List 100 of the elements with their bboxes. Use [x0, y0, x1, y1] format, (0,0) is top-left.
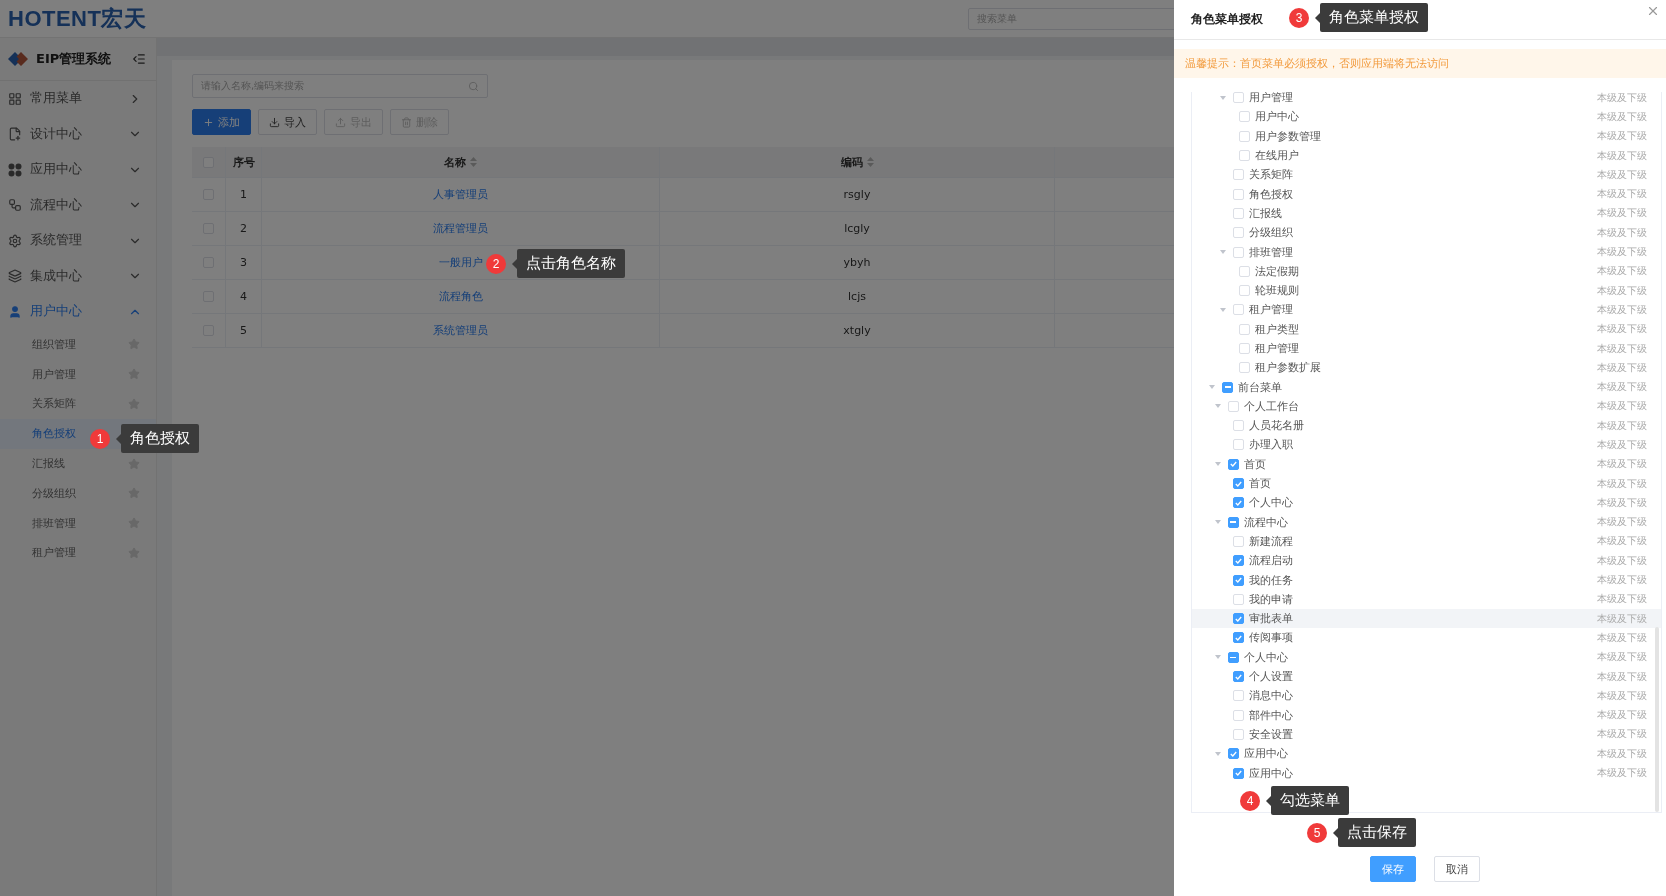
tree-row[interactable]: 首页 本级及下级 — [1192, 454, 1661, 474]
checkbox[interactable] — [1233, 574, 1244, 586]
tree-row[interactable]: 用户参数管理 本级及下级 — [1192, 126, 1661, 146]
caret-icon[interactable] — [1213, 403, 1222, 410]
checkbox[interactable] — [1233, 555, 1244, 567]
tree-node-label[interactable]: 新建流程 — [1249, 533, 1293, 549]
tree-node-label[interactable]: 个人中心 — [1249, 495, 1293, 511]
tree-node-label[interactable]: 传阅事项 — [1249, 630, 1293, 646]
tree-node-label[interactable]: 轮班规则 — [1254, 283, 1299, 299]
tree-row[interactable]: 汇报线 本级及下级 — [1192, 203, 1661, 224]
tree-row[interactable]: 租户参数扩展 本级及下级 — [1192, 358, 1661, 378]
tree-row[interactable]: 首页 本级及下级 — [1192, 473, 1661, 494]
tree-node-label[interactable]: 在线用户 — [1254, 148, 1299, 164]
tree-row[interactable]: 我的任务 本级及下级 — [1192, 570, 1661, 590]
caret-icon[interactable] — [1213, 654, 1222, 661]
tree-node-label[interactable]: 个人设置 — [1249, 669, 1293, 685]
tree-row[interactable]: 法定假期 本级及下级 — [1192, 261, 1661, 281]
tree-node-label[interactable]: 人员花名册 — [1249, 418, 1304, 434]
tree-row[interactable]: 排班管理 本级及下级 — [1192, 242, 1661, 262]
tree-row[interactable]: 前台菜单 本级及下级 — [1192, 377, 1661, 397]
tree-node-label[interactable]: 用户管理 — [1249, 92, 1293, 106]
tree-row[interactable]: 个人中心 本级及下级 — [1192, 647, 1661, 667]
tree-row[interactable]: 消息中心 本级及下级 — [1192, 686, 1661, 706]
tree-row[interactable]: 用户管理 本级及下级 — [1192, 92, 1661, 108]
tree-row[interactable]: 新建流程 本级及下级 — [1192, 531, 1661, 552]
tree-node-label[interactable]: 首页 — [1249, 476, 1271, 492]
tree-node-label[interactable]: 办理入职 — [1249, 437, 1293, 453]
toolbar-button[interactable]: 导入 — [258, 109, 317, 135]
tree-node-label[interactable]: 法定假期 — [1254, 263, 1299, 279]
checkbox[interactable] — [1227, 458, 1239, 470]
tree-row[interactable]: 个人设置 本级及下级 — [1192, 666, 1661, 687]
caret-icon[interactable] — [1213, 750, 1222, 757]
checkbox[interactable] — [1233, 478, 1244, 490]
tree-row[interactable]: 应用中心 本级及下级 — [1192, 763, 1661, 783]
checkbox[interactable] — [1227, 516, 1239, 528]
tree-row[interactable]: 个人工作台 本级及下级 — [1192, 396, 1661, 417]
tree-node-label[interactable]: 租户类型 — [1254, 321, 1299, 337]
tree-node-label[interactable]: 用户中心 — [1254, 109, 1299, 125]
checkbox[interactable] — [1233, 671, 1244, 683]
caret-icon[interactable] — [1213, 519, 1222, 526]
tree-row[interactable]: 我的申请 本级及下级 — [1192, 589, 1661, 609]
tree-node-label[interactable]: 个人工作台 — [1243, 398, 1299, 414]
tree-row[interactable]: 流程中心 本级及下级 — [1192, 512, 1661, 532]
tree-row[interactable]: 角色授权 本级及下级 — [1192, 184, 1661, 204]
tree-node-label[interactable]: 排班管理 — [1249, 244, 1293, 260]
checkbox[interactable] — [1233, 632, 1244, 644]
tree-node-label[interactable]: 角色授权 — [1249, 186, 1293, 202]
tree-node-label[interactable]: 分级组织 — [1249, 225, 1293, 241]
tree-row[interactable]: 人员花名册 本级及下级 — [1192, 416, 1661, 436]
tree-row[interactable]: 应用中心 本级及下级 — [1192, 744, 1661, 764]
tree-node-label[interactable]: 我的申请 — [1249, 591, 1293, 607]
tree-node-label[interactable]: 应用中心 — [1249, 765, 1293, 781]
tree-row[interactable]: 安全设置 本级及下级 — [1192, 724, 1661, 745]
checkbox[interactable] — [1233, 497, 1244, 509]
tree-node-label[interactable]: 租户管理 — [1254, 341, 1299, 356]
tree-row[interactable]: 轮班规则 本级及下级 — [1192, 280, 1661, 301]
checkbox[interactable] — [1233, 767, 1244, 779]
tree-node-label[interactable]: 个人中心 — [1243, 649, 1288, 665]
tree-row[interactable]: 部件中心 本级及下级 — [1192, 705, 1661, 725]
tree-row[interactable]: 流程启动 本级及下级 — [1192, 551, 1661, 571]
caret-icon[interactable] — [1213, 461, 1222, 468]
menu-fold-icon[interactable] — [132, 52, 146, 66]
tree-node-label[interactable]: 安全设置 — [1249, 726, 1293, 742]
tree-node-label[interactable]: 用户参数管理 — [1254, 128, 1321, 144]
tree-node-label[interactable]: 部件中心 — [1249, 707, 1293, 723]
tree-node-label[interactable]: 前台菜单 — [1238, 379, 1282, 395]
tree-node-label[interactable]: 关系矩阵 — [1249, 167, 1293, 183]
tree-node-label[interactable]: 我的任务 — [1249, 572, 1293, 588]
tree-node-label[interactable]: 流程中心 — [1243, 514, 1288, 530]
tree-node-label[interactable]: 审批表单 — [1249, 611, 1293, 627]
checkbox[interactable] — [1233, 613, 1244, 625]
tree-row[interactable]: 用户中心 本级及下级 — [1192, 107, 1661, 127]
tree-node-label[interactable]: 租户管理 — [1249, 302, 1293, 318]
tree-node-label[interactable]: 消息中心 — [1249, 688, 1293, 704]
tree-node-label[interactable]: 汇报线 — [1249, 205, 1282, 221]
tree-node-label[interactable]: 流程启动 — [1249, 553, 1293, 569]
caret-icon[interactable] — [1219, 94, 1227, 101]
tree-node-label[interactable]: 应用中心 — [1243, 746, 1288, 762]
checkbox[interactable] — [1222, 381, 1233, 393]
tree-row[interactable]: 传阅事项 本级及下级 — [1192, 628, 1661, 648]
tree-row[interactable]: 租户管理 本级及下级 — [1192, 338, 1661, 359]
tree-row[interactable]: 审批表单 本级及下级 — [1192, 609, 1661, 629]
scope-label: 本级及下级 — [1597, 688, 1647, 703]
cancel-button[interactable]: 取消 — [1434, 856, 1480, 882]
checkbox[interactable] — [1227, 651, 1239, 663]
tree-row[interactable]: 办理入职 本级及下级 — [1192, 435, 1661, 455]
tree-row[interactable]: 分级组织 本级及下级 — [1192, 223, 1661, 243]
tree-row[interactable]: 租户类型 本级及下级 — [1192, 319, 1661, 339]
search-icon[interactable] — [468, 80, 479, 92]
tree-row[interactable]: 个人中心 本级及下级 — [1192, 493, 1661, 513]
tree-node-label[interactable]: 租户参数扩展 — [1254, 360, 1321, 376]
caret-icon[interactable] — [1219, 249, 1227, 255]
tree-row[interactable]: 关系矩阵 本级及下级 — [1192, 165, 1661, 185]
tree-node-label[interactable]: 首页 — [1243, 456, 1266, 472]
tree-row[interactable]: 租户管理 本级及下级 — [1192, 300, 1661, 320]
sort-icon[interactable] — [866, 157, 874, 167]
checkbox[interactable] — [1227, 748, 1239, 760]
caret-icon[interactable] — [1208, 384, 1216, 391]
tree-row[interactable]: 在线用户 本级及下级 — [1192, 145, 1661, 166]
sort-icon[interactable] — [470, 157, 477, 167]
